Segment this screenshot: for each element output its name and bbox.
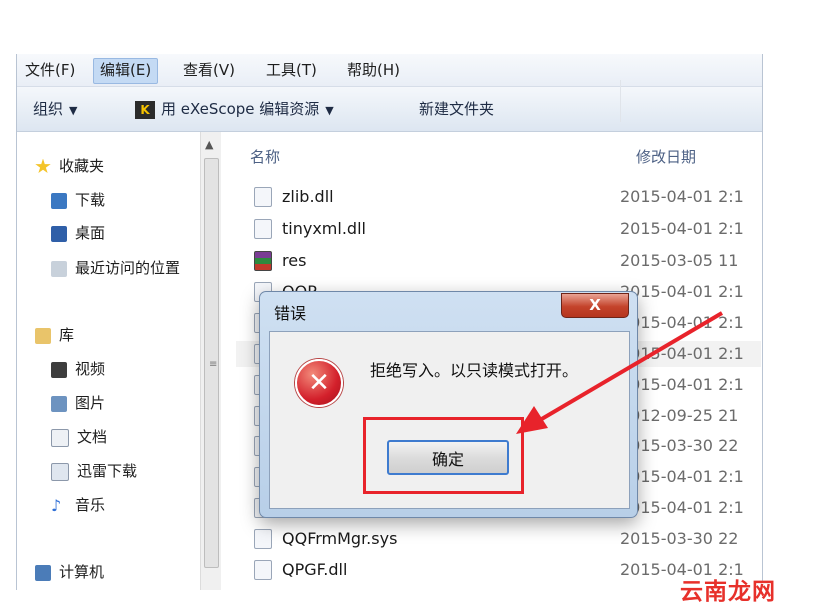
arrow-shaft [538,311,724,422]
watermark-logo: 云南龙网 [680,579,776,605]
annotation-arrow [516,311,724,434]
